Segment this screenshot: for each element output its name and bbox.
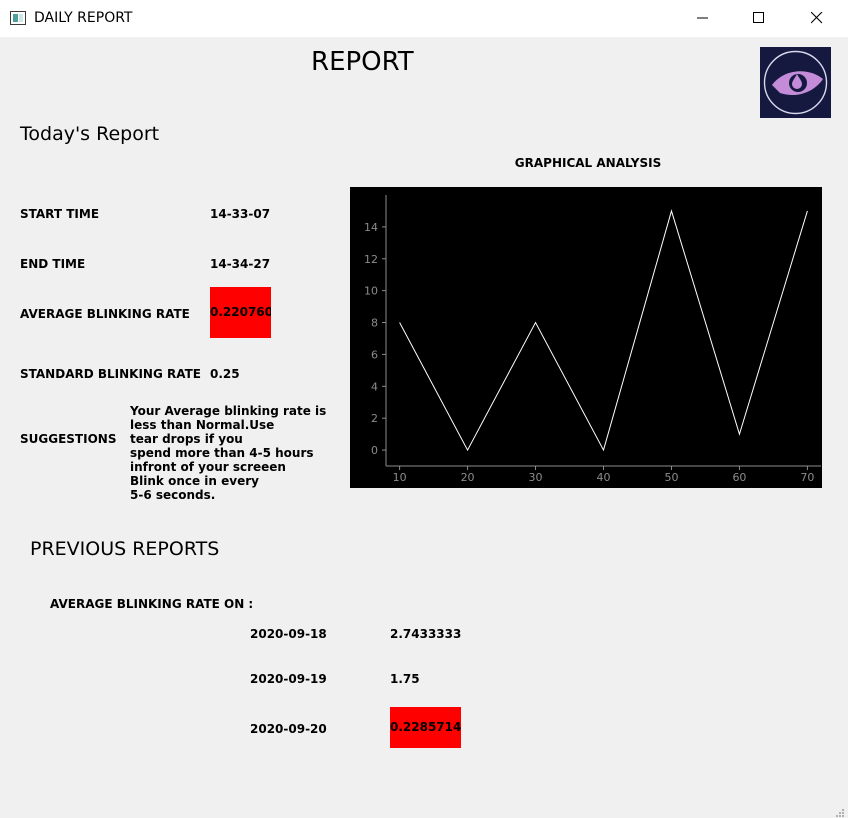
x-tick-label: 10 [393, 471, 407, 484]
suggestion-line: Your Average blinking rate is [130, 404, 327, 418]
suggestion-line: 5-6 seconds. [130, 488, 216, 502]
series-line [399, 209, 808, 452]
suggestion-line: tear drops if you [130, 432, 243, 446]
close-icon [811, 12, 823, 24]
start-time-value: 14-33-07 [210, 207, 271, 221]
suggestion-line: spend more than 4-5 hours [130, 446, 314, 460]
x-tick-label: 70 [800, 471, 814, 484]
previous-date-2: 2020-09-19 [250, 672, 327, 686]
resize-grip[interactable] [834, 804, 846, 817]
x-tick-label: 20 [461, 471, 475, 484]
y-tick-label: 0 [371, 444, 378, 457]
close-button[interactable] [794, 0, 840, 37]
y-tick-label: 6 [371, 348, 378, 361]
x-tick-label: 40 [597, 471, 611, 484]
page-title: REPORT [311, 47, 414, 77]
suggestions-text: Your Average blinking rate is less than … [130, 404, 327, 502]
start-time-label: START TIME [20, 207, 100, 221]
suggestions-label: SUGGESTIONS [20, 432, 117, 446]
y-tick-label: 10 [364, 285, 378, 298]
standard-blinking-rate-value: 0.25 [210, 367, 240, 381]
minimize-button[interactable] [680, 0, 726, 37]
previous-value-1: 2.74333333 [390, 627, 461, 641]
title-bar: DAILY REPORT [0, 0, 848, 37]
y-tick-label: 14 [364, 221, 378, 234]
previous-value-3: 0.22857142 [390, 707, 461, 748]
graph-title: GRAPHICAL ANALYSIS [514, 156, 662, 170]
y-tick-label: 8 [371, 317, 378, 330]
eye-logo-icon [760, 47, 831, 118]
x-tick-label: 60 [732, 471, 746, 484]
chart-plot: 0 2 4 6 8 10 12 14 10 20 30 40 50 60 70 [364, 195, 821, 484]
y-tick-label: 4 [371, 380, 378, 393]
blinking-rate-chart: 0 2 4 6 8 10 12 14 10 20 30 40 50 60 70 [350, 187, 822, 488]
suggestion-line: infront of your screeen [130, 460, 286, 474]
y-tick-label: 12 [364, 253, 378, 266]
x-tick-label: 30 [529, 471, 543, 484]
app-icon [10, 11, 26, 25]
average-blinking-rate-on-label: AVERAGE BLINKING RATE ON : [50, 597, 254, 611]
average-blinking-rate-label: AVERAGE BLINKING RATE [20, 307, 190, 321]
previous-reports-heading: PREVIOUS REPORTS [30, 538, 220, 560]
window-title: DAILY REPORT [34, 10, 133, 26]
end-time-label: END TIME [20, 257, 86, 271]
previous-date-1: 2020-09-18 [250, 627, 327, 641]
minimize-icon [697, 17, 708, 19]
todays-report-heading: Today's Report [20, 123, 160, 145]
end-time-value: 14-34-27 [210, 257, 271, 271]
average-blinking-rate-value: 0.220760 [210, 287, 271, 338]
previous-value-2: 1.75 [390, 672, 420, 686]
x-tick-label: 50 [664, 471, 678, 484]
maximize-icon [753, 12, 764, 23]
maximize-button[interactable] [736, 0, 782, 37]
previous-date-3: 2020-09-20 [250, 722, 327, 736]
standard-blinking-rate-label: STANDARD BLINKING RATE [20, 367, 201, 381]
suggestion-line: Blink once in every [130, 474, 259, 488]
y-tick-label: 2 [371, 412, 378, 425]
suggestion-line: less than Normal.Use [130, 418, 275, 432]
